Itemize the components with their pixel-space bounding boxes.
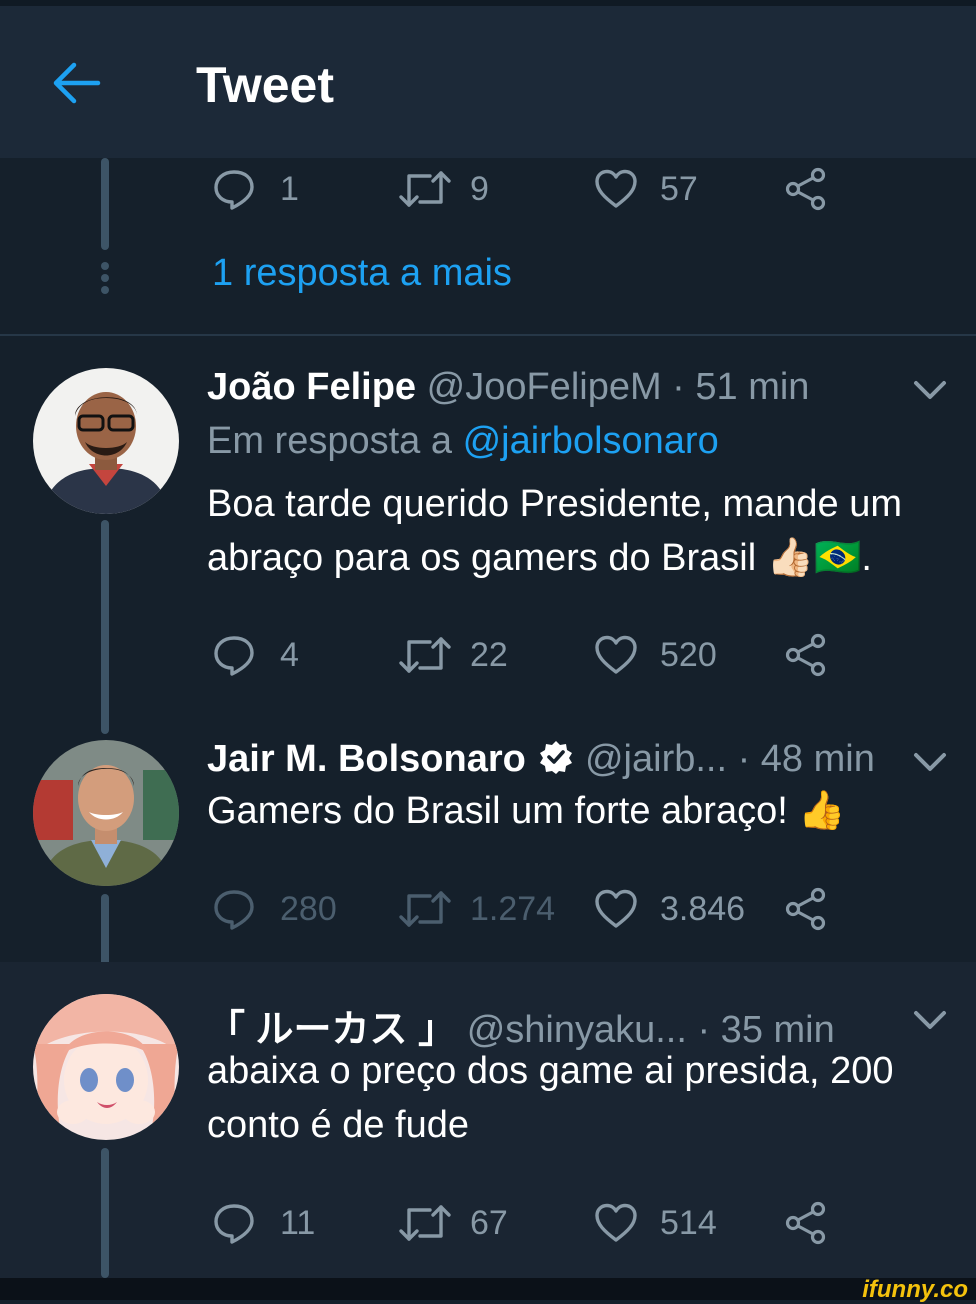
- reply-count: 4: [280, 635, 299, 674]
- share-button[interactable]: [784, 1198, 828, 1248]
- retweet-icon: [398, 887, 452, 931]
- divider: [0, 334, 976, 336]
- share-button[interactable]: [784, 164, 828, 214]
- status-strip: [0, 0, 976, 6]
- display-name[interactable]: Jair M. Bolsonaro: [207, 738, 526, 780]
- tweet-text-line: abraço para os gamers do Brasil 👍🏻🇧🇷.: [207, 537, 872, 579]
- thread-line: [101, 158, 109, 250]
- tweet-text-line: Boa tarde querido Presidente, mande um: [207, 483, 902, 525]
- like-button[interactable]: 520: [594, 630, 717, 680]
- page-title: Tweet: [196, 57, 334, 113]
- tweet-text-line: conto é de fude: [207, 1104, 469, 1146]
- tweet-text: Gamers do Brasil um forte abraço! 👍: [207, 784, 947, 838]
- more-replies-link[interactable]: 1 resposta a mais: [212, 252, 512, 295]
- reply-button[interactable]: 1: [212, 164, 299, 214]
- like-count: 520: [660, 635, 717, 674]
- back-arrow-icon[interactable]: [50, 60, 102, 106]
- share-button[interactable]: [784, 884, 828, 934]
- heart-icon: [594, 1201, 638, 1245]
- retweet-icon: [398, 167, 452, 211]
- like-button[interactable]: 514: [594, 1198, 717, 1248]
- reply-icon: [212, 887, 256, 931]
- chevron-down-icon[interactable]: [912, 750, 948, 774]
- like-button[interactable]: 57: [594, 164, 698, 214]
- handle-time: @jairb... · 48 min: [584, 738, 875, 780]
- share-icon: [784, 633, 828, 677]
- tweet-text: Boa tarde querido Presidente, mande um a…: [207, 477, 947, 585]
- avatar[interactable]: [33, 368, 179, 514]
- reply-button[interactable]: 11: [212, 1198, 315, 1248]
- tweet-header: João Felipe @JooFelipeM · 51 min: [207, 366, 809, 409]
- tweet-header: Jair M. Bolsonaro @jairb... · 48 min: [207, 738, 875, 781]
- reply-prefix: Em resposta a: [207, 420, 452, 462]
- tweet-text: abaixa o preço dos game ai presida, 200 …: [207, 1044, 947, 1152]
- tweet-actions: 280 1.274 3.846: [212, 884, 852, 934]
- thread-line: [101, 1148, 109, 1278]
- reply-icon: [212, 1201, 256, 1245]
- thread-dots: [101, 262, 109, 298]
- reply-button[interactable]: 280: [212, 884, 337, 934]
- retweet-count: 67: [470, 1203, 508, 1242]
- retweet-button[interactable]: 67: [398, 1198, 508, 1248]
- handle-time: @JooFelipeM · 51 min: [426, 366, 810, 408]
- retweet-button[interactable]: 1.274: [398, 884, 555, 934]
- context-actions: 1 9 57: [212, 164, 852, 214]
- mention-link[interactable]: @jairbolsonaro: [463, 420, 719, 462]
- chevron-down-icon[interactable]: [912, 1008, 948, 1032]
- retweet-count: 22: [470, 635, 508, 674]
- retweet-icon: [398, 633, 452, 677]
- heart-icon: [594, 167, 638, 211]
- top-bar: Tweet: [0, 0, 976, 158]
- retweet-count: 9: [470, 169, 489, 208]
- heart-icon: [594, 633, 638, 677]
- thread-line: [101, 520, 109, 734]
- like-button[interactable]: 3.846: [594, 884, 745, 934]
- reply-context: Em resposta a @jairbolsonaro: [207, 420, 719, 463]
- share-button[interactable]: [784, 630, 828, 680]
- reply-count: 11: [280, 1203, 316, 1242]
- retweet-button[interactable]: 9: [398, 164, 489, 214]
- reply-icon: [212, 633, 256, 677]
- share-icon: [784, 887, 828, 931]
- retweet-button[interactable]: 22: [398, 630, 508, 680]
- retweet-icon: [398, 1201, 452, 1245]
- display-name[interactable]: João Felipe: [207, 366, 416, 408]
- tweet-text-line: Gamers do Brasil um forte abraço! 👍: [207, 790, 846, 832]
- reply-count: 1: [280, 169, 299, 208]
- avatar[interactable]: [33, 994, 179, 1140]
- reply-button[interactable]: 4: [212, 630, 299, 680]
- share-icon: [784, 167, 828, 211]
- tweet-actions: 4 22 520: [212, 630, 852, 680]
- tweet-text-line: abaixa o preço dos game ai presida, 200: [207, 1050, 894, 1092]
- heart-icon: [594, 887, 638, 931]
- like-count: 57: [660, 169, 698, 208]
- verified-badge-icon: [540, 741, 573, 774]
- avatar[interactable]: [33, 740, 179, 886]
- chevron-down-icon[interactable]: [912, 378, 948, 402]
- reply-icon: [212, 167, 256, 211]
- retweet-count: 1.274: [470, 889, 556, 928]
- bottom-bar: [0, 1278, 976, 1300]
- share-icon: [784, 1201, 828, 1245]
- reply-count: 280: [280, 889, 337, 928]
- like-count: 3.846: [660, 889, 746, 928]
- like-count: 514: [660, 1203, 717, 1242]
- tweet-actions: 11 67 514: [212, 1198, 852, 1248]
